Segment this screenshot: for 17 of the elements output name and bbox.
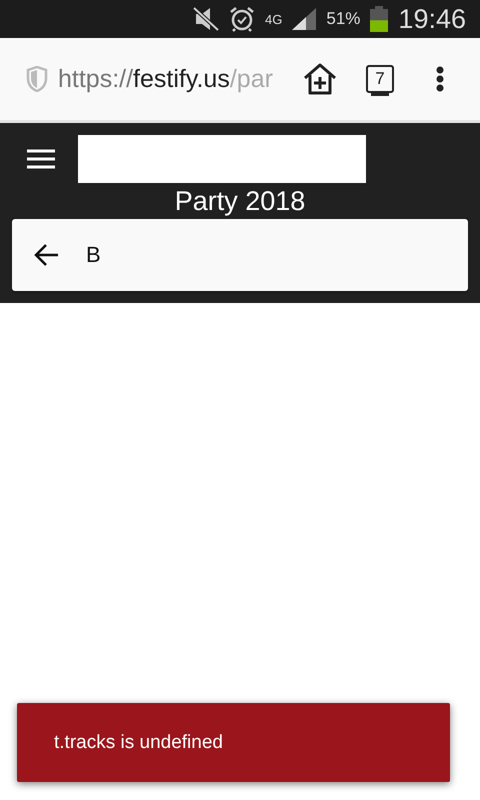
battery-icon: [370, 6, 388, 32]
error-message: t.tracks is undefined: [54, 732, 223, 754]
network-type: 4G: [265, 12, 282, 26]
clock: 19:46: [398, 4, 466, 34]
url-text[interactable]: https://festify.us/par: [58, 64, 288, 94]
battery-percent: 51%: [326, 9, 360, 29]
alarm-icon: [229, 6, 256, 32]
search-field[interactable]: B: [86, 242, 426, 268]
search-bar[interactable]: B: [12, 219, 468, 291]
mute-icon: [193, 7, 220, 31]
signal-icon: [292, 8, 316, 30]
menu-icon[interactable]: [27, 149, 55, 169]
shield-icon: [26, 66, 48, 92]
tabs-button[interactable]: 7: [366, 65, 394, 93]
more-icon[interactable]: [436, 66, 444, 92]
party-title: Party 2018: [174, 186, 306, 217]
back-arrow-icon[interactable]: [34, 243, 60, 267]
